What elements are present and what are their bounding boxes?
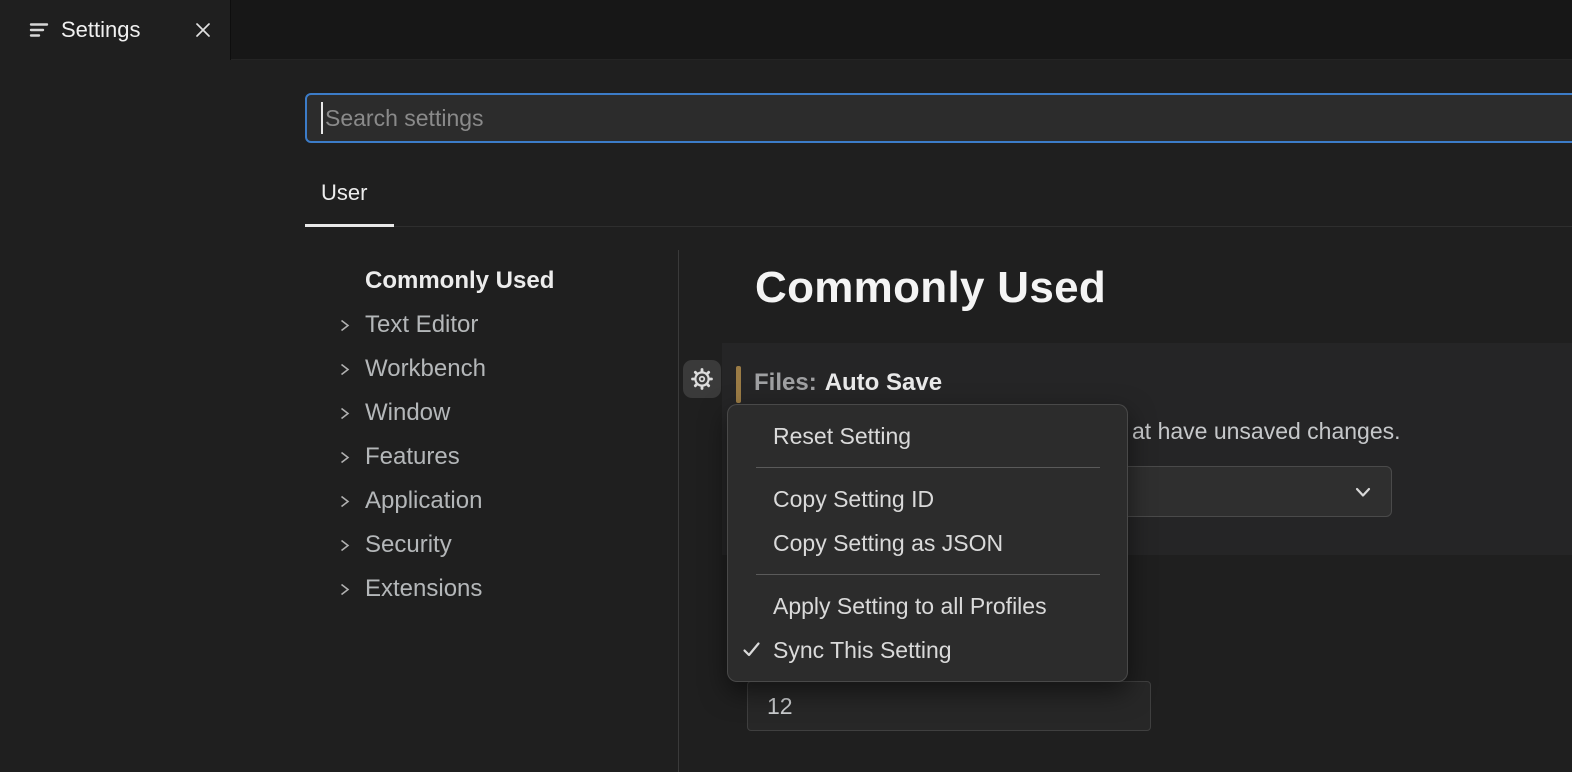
toc-item-features[interactable]: Features: [320, 435, 670, 479]
search-box: [305, 93, 1572, 143]
chevron-right-icon: [337, 318, 352, 333]
toc-item-application[interactable]: Application: [320, 479, 670, 523]
toc-item-workbench[interactable]: Workbench: [320, 347, 670, 391]
setting-title: Files: Auto Save: [754, 369, 942, 397]
setting-name: Auto Save: [825, 369, 942, 396]
toc-item-commonly-used[interactable]: Commonly Used: [320, 259, 670, 303]
chevron-spacer: [337, 274, 352, 289]
checkmark-icon: [741, 639, 762, 660]
scope-tab-user[interactable]: User: [321, 180, 367, 206]
menu-separator: [756, 467, 1100, 468]
menu-item-copy-setting-as-json[interactable]: Copy Setting as JSON: [728, 521, 1127, 565]
menu-item-apply-setting-to-all-profiles[interactable]: Apply Setting to all Profiles: [728, 584, 1127, 628]
setting-category: Files:: [754, 369, 817, 396]
menu-separator: [756, 574, 1100, 575]
setting-description: at have unsaved changes.: [1132, 418, 1401, 445]
menu-item-copy-setting-id[interactable]: Copy Setting ID: [728, 477, 1127, 521]
menu-item-sync-this-setting[interactable]: Sync This Setting: [728, 628, 1127, 672]
toc-item-security[interactable]: Security: [320, 523, 670, 567]
toc-item-window[interactable]: Window: [320, 391, 670, 435]
menu-item-reset-setting[interactable]: Reset Setting: [728, 414, 1127, 458]
search-input[interactable]: [307, 95, 1572, 141]
text-cursor: [321, 102, 323, 134]
chevron-right-icon: [337, 538, 352, 553]
chevron-right-icon: [337, 494, 352, 509]
user-tab-underline: [305, 224, 394, 227]
chevron-right-icon: [337, 450, 352, 465]
chevron-right-icon: [337, 362, 352, 377]
settings-tab[interactable]: Settings: [0, 0, 231, 60]
font-size-input[interactable]: [747, 681, 1151, 731]
tab-title: Settings: [61, 17, 141, 43]
toc-content-divider: [678, 250, 679, 772]
chevron-down-icon: [1352, 481, 1374, 503]
toc-item-extensions[interactable]: Extensions: [320, 567, 670, 611]
chevron-right-icon: [337, 582, 352, 597]
close-icon: [193, 20, 213, 40]
context-menu: Reset Setting Copy Setting ID Copy Setti…: [727, 404, 1128, 682]
settings-toc: Commonly Used Text Editor Workbench Wind…: [320, 259, 670, 611]
page-title: Commonly Used: [755, 263, 1106, 313]
settings-editor-icon: [28, 19, 50, 41]
toc-item-text-editor[interactable]: Text Editor: [320, 303, 670, 347]
chevron-right-icon: [337, 406, 352, 421]
tab-bar: Settings: [0, 0, 1572, 60]
modified-indicator: [736, 366, 741, 403]
tab-close-button[interactable]: [191, 18, 215, 42]
setting-gear-button[interactable]: [683, 360, 721, 398]
scope-tabs: User: [305, 160, 1572, 227]
gear-icon: [689, 366, 715, 392]
